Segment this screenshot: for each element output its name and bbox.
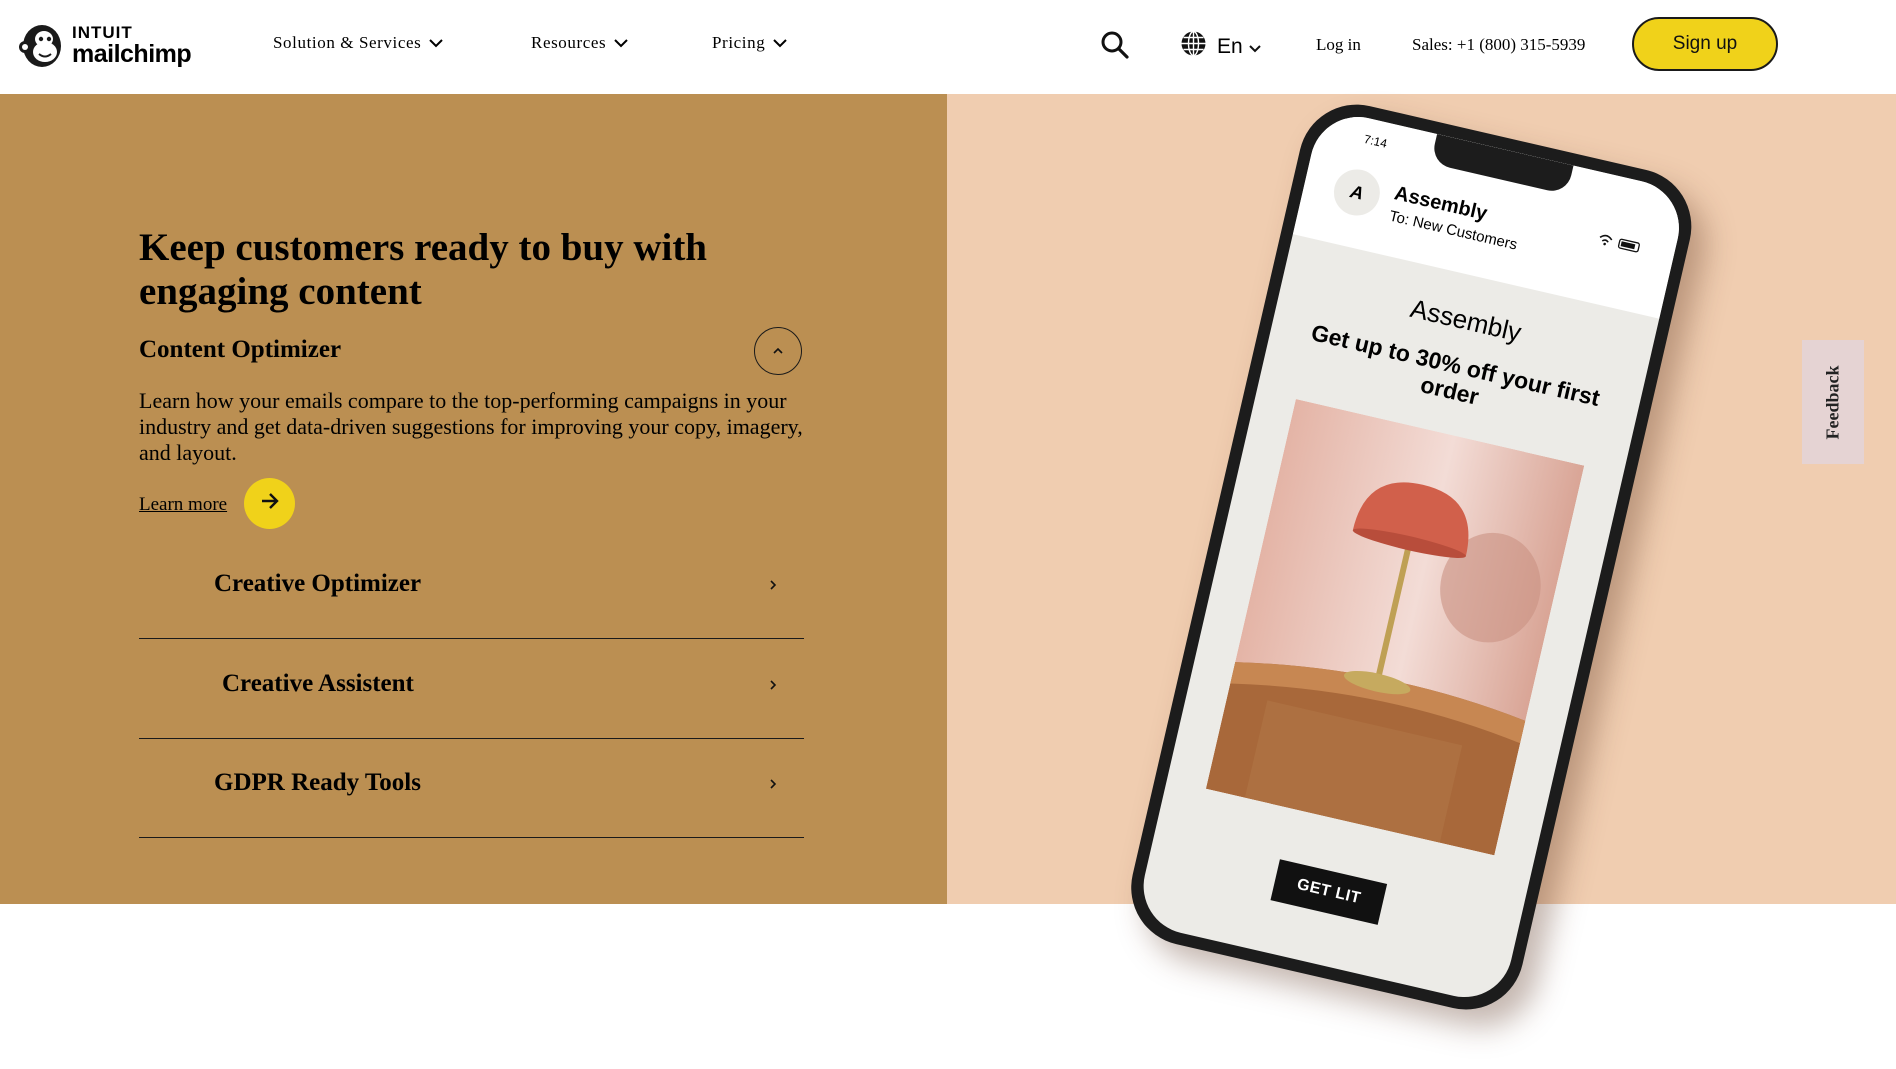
nav-label: Pricing [712,33,766,52]
chevron-right-icon [769,777,777,795]
accordion-label: Creative Assistent [222,670,414,697]
accordion-label: GDPR Ready Tools [214,769,421,796]
signup-button[interactable]: Sign up [1632,17,1778,71]
chevron-down-icon [773,33,788,53]
accordion-item-gdpr-ready-tools[interactable]: GDPR Ready Tools [139,739,804,838]
nav-resources[interactable]: Resources [531,33,628,53]
features-panel: Keep customers ready to buy with engagin… [0,94,947,904]
language-label: En [1217,34,1243,58]
nav-label: Solution & Services [273,33,422,52]
search-icon[interactable] [1100,30,1130,65]
learn-more-arrow-button[interactable] [244,478,295,529]
feature-title: Content Optimizer [139,336,342,363]
chevron-down-icon [614,33,628,53]
accordion-label: Creative Optimizer [214,570,422,597]
get-lit-button: GET LIT [1270,859,1388,925]
site-header: INTUIT mailchimp Solution & Services Res… [0,0,1896,94]
chevron-right-icon [769,578,777,596]
globe-icon [1180,30,1207,63]
language-selector[interactable]: En [1180,30,1261,63]
accordion-item-creative-optimizer[interactable]: Creative Optimizer [139,540,804,639]
freddie-monkey-icon [19,25,61,67]
arrow-right-icon [260,492,280,515]
feedback-tab[interactable]: Feedback [1802,340,1864,464]
chevron-down-icon [1248,35,1261,59]
page-headline: Keep customers ready to buy with engagin… [139,226,707,313]
feature-description: Learn how your emails compare to the top… [139,388,803,465]
chevron-up-icon [772,342,784,360]
logo-intuit-text: INTUIT [72,22,133,42]
lamp-product-image [1205,399,1585,856]
nav-pricing[interactable]: Pricing [712,33,788,53]
mailchimp-logo[interactable]: INTUIT mailchimp [18,20,192,70]
feedback-label: Feedback [1822,365,1843,439]
login-link[interactable]: Log in [1316,35,1361,55]
sales-phone: Sales: +1 (800) 315-5939 [1412,35,1586,54]
collapse-button[interactable] [754,327,802,375]
learn-more-link[interactable]: Learn more [139,494,227,516]
nav-label: Resources [531,33,607,52]
accordion-item-creative-assistent[interactable]: Creative Assistent [139,640,804,739]
chevron-down-icon [429,33,444,53]
chevron-right-icon [769,678,777,696]
nav-solutions-services[interactable]: Solution & Services [273,33,444,53]
logo-mailchimp-text: mailchimp [72,39,192,68]
